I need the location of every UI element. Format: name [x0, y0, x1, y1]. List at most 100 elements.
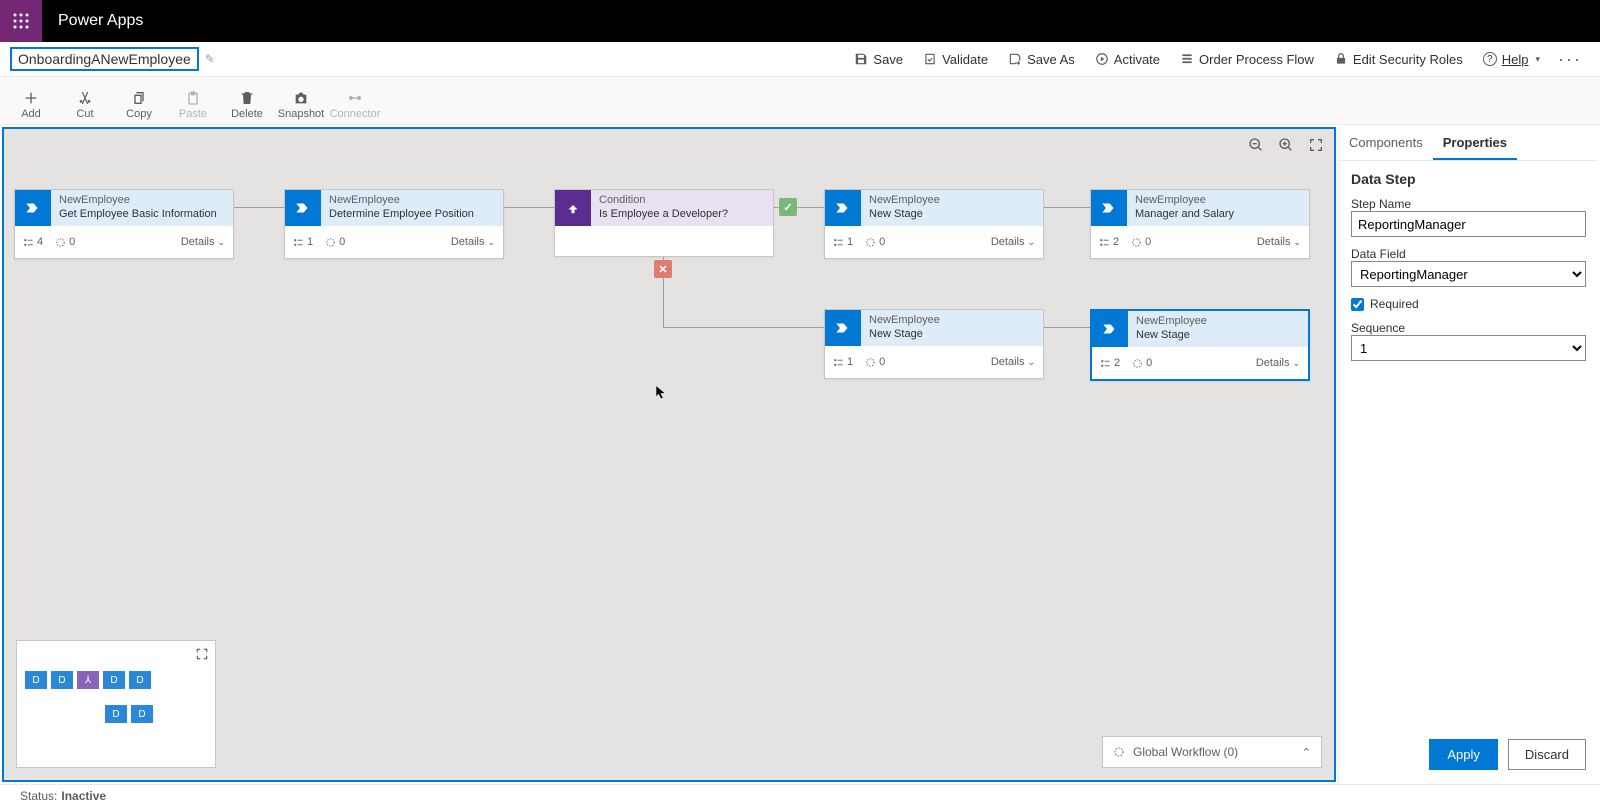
- canvas[interactable]: ✓ ✕ NewEmployeeGet Employee Basic Inform…: [2, 127, 1336, 782]
- stage-card[interactable]: NewEmployeeGet Employee Basic Informatio…: [14, 189, 234, 259]
- designer-toolbar: Add Cut Copy Paste Delete Snapshot Conne…: [0, 77, 1600, 125]
- waffle-icon: [12, 12, 30, 30]
- stage-icon: [825, 310, 861, 346]
- zoom-in-button[interactable]: [1278, 137, 1294, 153]
- minimap[interactable]: DD⅄DD DD: [16, 640, 216, 768]
- tab-properties[interactable]: Properties: [1433, 127, 1517, 160]
- details-toggle[interactable]: Details⌄: [1256, 357, 1300, 369]
- sequence-label: Sequence: [1351, 321, 1586, 335]
- stage-card[interactable]: NewEmployeeDetermine Employee Position 1…: [284, 189, 504, 259]
- activate-button[interactable]: Activate: [1085, 43, 1170, 75]
- data-field-select[interactable]: ReportingManager: [1351, 261, 1586, 287]
- copy-icon: [131, 90, 147, 106]
- steps-count: 4: [23, 236, 43, 248]
- paste-icon: [185, 90, 201, 106]
- delete-button[interactable]: Delete: [220, 90, 274, 120]
- flow-name-input[interactable]: OnboardingANewEmployee: [10, 47, 199, 71]
- details-toggle[interactable]: Details⌄: [1257, 236, 1301, 248]
- app-name: Power Apps: [42, 12, 159, 30]
- order-icon: [1180, 52, 1194, 66]
- global-workflow-label: Global Workflow (0): [1133, 745, 1238, 759]
- triggers-count: 0: [865, 356, 885, 368]
- required-checkbox[interactable]: [1351, 298, 1364, 311]
- stage-icon: [1091, 190, 1127, 226]
- security-icon: [1334, 52, 1348, 66]
- details-toggle[interactable]: Details⌄: [991, 356, 1035, 368]
- save-as-button[interactable]: Save As: [998, 43, 1085, 75]
- stage-icon: [1092, 311, 1128, 347]
- tab-components[interactable]: Components: [1339, 127, 1433, 160]
- condition-yes-chip: ✓: [779, 198, 797, 216]
- activate-icon: [1095, 52, 1109, 66]
- snapshot-button[interactable]: Snapshot: [274, 90, 328, 120]
- connector-line: [504, 207, 554, 208]
- zoom-out-button[interactable]: [1248, 137, 1264, 153]
- steps-count: 1: [833, 236, 853, 248]
- steps-count: 2: [1099, 236, 1119, 248]
- details-toggle[interactable]: Details⌄: [451, 236, 495, 248]
- save-as-icon: [1008, 52, 1022, 66]
- discard-button[interactable]: Discard: [1508, 739, 1586, 770]
- details-toggle[interactable]: Details⌄: [991, 236, 1035, 248]
- global-workflow-panel[interactable]: Global Workflow (0) ⌃: [1102, 736, 1322, 768]
- triggers-count: 0: [1131, 236, 1151, 248]
- cut-icon: [77, 90, 93, 106]
- cursor-icon: [654, 383, 668, 401]
- help-button[interactable]: ?Help▾: [1473, 43, 1550, 75]
- minimap-fit-icon[interactable]: [195, 647, 209, 661]
- chevron-down-icon: ⌄: [217, 237, 225, 248]
- connector-line: [1044, 207, 1090, 208]
- condition-card[interactable]: ConditionIs Employee a Developer?: [554, 189, 774, 257]
- connector-button: Connector: [328, 90, 382, 120]
- connector-line: [663, 327, 824, 328]
- steps-count: 2: [1100, 357, 1120, 369]
- status-value: Inactive: [61, 789, 106, 803]
- app-launcher-button[interactable]: [0, 0, 42, 42]
- help-icon: ?: [1483, 52, 1497, 66]
- spinner-icon: [1113, 746, 1125, 758]
- stage-card[interactable]: NewEmployeeManager and Salary 2 0 Detail…: [1090, 189, 1310, 259]
- connector-icon: [347, 90, 363, 106]
- connector-line: [1044, 327, 1090, 328]
- delete-icon: [239, 90, 255, 106]
- save-button[interactable]: Save: [844, 43, 913, 75]
- stage-card[interactable]: NewEmployeeNew Stage 1 0 Details⌄: [824, 309, 1044, 379]
- copy-button[interactable]: Copy: [112, 90, 166, 120]
- more-button[interactable]: ···: [1550, 49, 1590, 70]
- apply-button[interactable]: Apply: [1429, 739, 1498, 770]
- sequence-select[interactable]: 1: [1351, 335, 1586, 361]
- validate-icon: [923, 52, 937, 66]
- data-field-label: Data Field: [1351, 247, 1586, 261]
- edit-name-icon[interactable]: ✎: [205, 52, 215, 66]
- stage-card[interactable]: NewEmployeeNew Stage 1 0 Details⌄: [824, 189, 1044, 259]
- camera-icon: [293, 90, 309, 106]
- triggers-count: 0: [55, 236, 75, 248]
- edit-security-button[interactable]: Edit Security Roles: [1324, 43, 1473, 75]
- save-icon: [854, 52, 868, 66]
- step-name-input[interactable]: [1351, 211, 1586, 237]
- details-toggle[interactable]: Details⌄: [181, 236, 225, 248]
- connector-line: [232, 207, 284, 208]
- validate-button[interactable]: Validate: [913, 43, 998, 75]
- condition-no-chip: ✕: [654, 260, 672, 278]
- cut-button[interactable]: Cut: [58, 90, 112, 120]
- status-label: Status:: [20, 789, 57, 803]
- steps-count: 1: [833, 356, 853, 368]
- chevron-up-icon[interactable]: ⌃: [1302, 746, 1311, 759]
- command-bar: OnboardingANewEmployee ✎ Save Validate S…: [0, 42, 1600, 77]
- triggers-count: 0: [325, 236, 345, 248]
- main-area: ✓ ✕ NewEmployeeGet Employee Basic Inform…: [0, 125, 1600, 784]
- plus-icon: [23, 90, 39, 106]
- order-flow-button[interactable]: Order Process Flow: [1170, 43, 1324, 75]
- required-label: Required: [1370, 297, 1419, 311]
- fit-screen-button[interactable]: [1308, 137, 1324, 153]
- stage-card-selected[interactable]: NewEmployeeNew Stage 2 0 Details⌄: [1090, 309, 1310, 381]
- stage-icon: [285, 190, 321, 226]
- condition-icon: [555, 190, 591, 226]
- steps-count: 1: [293, 236, 313, 248]
- suite-header: Power Apps: [0, 0, 1600, 42]
- stage-icon: [825, 190, 861, 226]
- chevron-down-icon: ▾: [1535, 54, 1540, 65]
- add-button[interactable]: Add: [4, 90, 58, 120]
- stage-icon: [15, 190, 51, 226]
